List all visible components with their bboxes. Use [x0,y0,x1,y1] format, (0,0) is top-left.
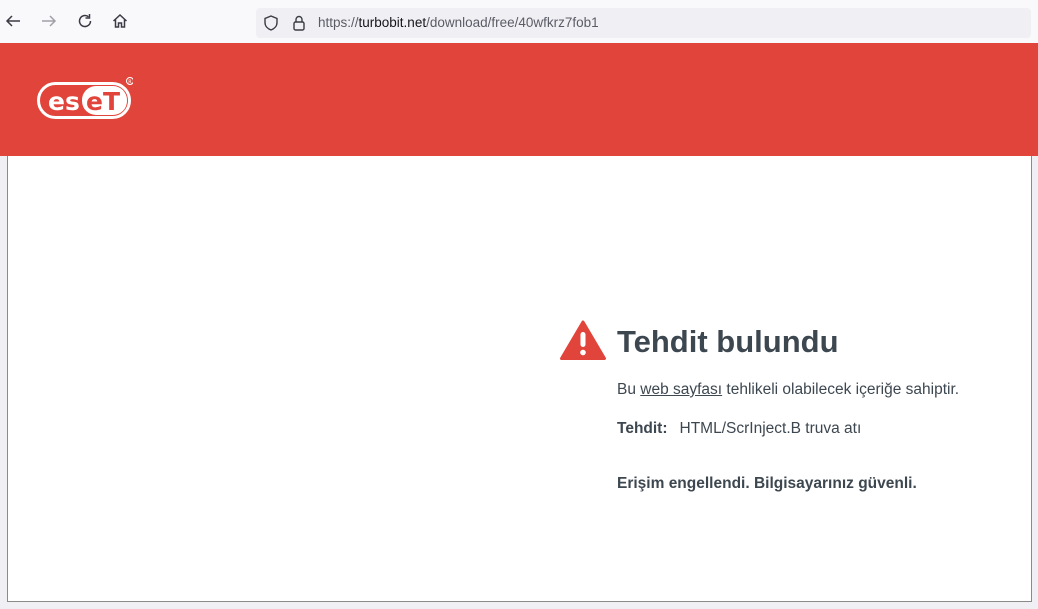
access-blocked-message: Erişim engellendi. Bilgisayarınız güvenl… [617,475,917,492]
svg-text:R: R [128,79,132,85]
threat-description: Bu web sayfası tehlikeli olabilecek içer… [617,381,959,399]
web-page-link[interactable]: web sayfası [640,381,722,398]
desc-text-end: tehlikeli olabilecek içeriğe sahiptir. [722,381,960,398]
svg-text:eT: eT [86,87,120,116]
url-bar[interactable]: https://turbobit.net/download/free/40wfk… [256,8,1031,38]
home-button[interactable] [109,10,131,32]
reload-icon [78,14,92,28]
desc-text-start: Bu [617,381,641,398]
eset-logo: es eT R [37,77,133,119]
threat-detail: Tehdit: HTML/ScrInject.B truva atı [617,420,861,438]
page-viewport: es eT R Tehdit bulundu Bu web sayfası te… [0,43,1038,602]
tracking-protection-shield-icon[interactable] [262,14,280,32]
reload-button[interactable] [74,10,96,32]
threat-title: Tehdit bulundu [617,324,839,359]
warning-triangle-icon [560,320,606,360]
home-icon [112,13,128,28]
url-scheme: https:// [318,15,359,30]
forward-arrow-icon [42,15,57,27]
back-arrow-icon [5,15,20,27]
browser-toolbar: https://turbobit.net/download/free/40wfk… [0,0,1038,43]
lock-icon[interactable] [290,14,308,32]
forward-button[interactable] [38,10,60,32]
url-path: /download/free/40wfkrz7fob1 [426,15,599,30]
back-button[interactable] [2,10,24,32]
url-text[interactable]: https://turbobit.net/download/free/40wfk… [318,15,599,30]
threat-name: HTML/ScrInject.B truva atı [679,420,862,437]
svg-text:es: es [48,87,80,116]
url-domain: turbobit.net [358,15,427,30]
threat-label: Tehdit: [617,420,668,437]
eset-header-bar: es eT R [0,43,1038,156]
